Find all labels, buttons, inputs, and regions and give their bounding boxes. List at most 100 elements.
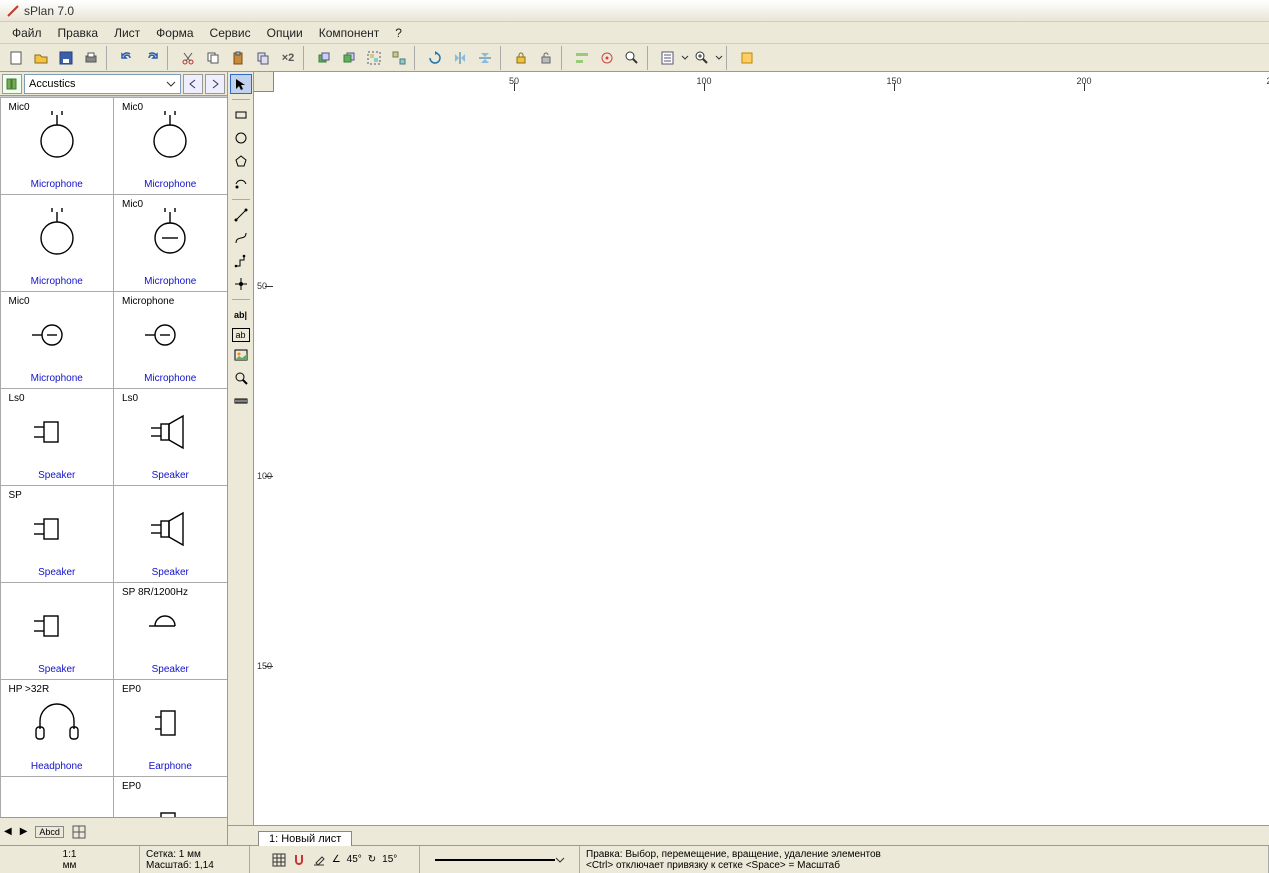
library-next-button[interactable] <box>205 74 225 94</box>
component-item[interactable]: Mic0Microphone <box>113 97 227 195</box>
size-up-icon[interactable]: ▶ <box>20 826 28 837</box>
list-button[interactable] <box>656 46 680 70</box>
status-unit: мм <box>63 860 77 871</box>
duplicate-button[interactable] <box>251 46 275 70</box>
library-combo[interactable]: Accustics <box>24 74 181 94</box>
cut-button[interactable] <box>176 46 200 70</box>
tool-bezier[interactable] <box>230 228 252 248</box>
tool-rect[interactable] <box>230 105 252 125</box>
left-bottom-controls: ◀ ▶ Abcd <box>0 817 227 845</box>
status-hint2: <Ctrl> отключает привязку к сетке <Space… <box>586 860 1262 871</box>
ungroup-button[interactable] <box>387 46 411 70</box>
lock-button[interactable] <box>509 46 533 70</box>
size-down-icon[interactable]: ◀ <box>4 826 12 837</box>
menu-component[interactable]: Компонент <box>311 24 388 42</box>
rotate-button[interactable] <box>423 46 447 70</box>
tool-polygon[interactable] <box>230 151 252 171</box>
component-caption: Microphone <box>3 275 112 289</box>
component-id: Mic0 <box>9 296 30 307</box>
statusbar: 1:1 мм Сетка: 1 мм Масштаб: 1,14 ∠45° ↻1… <box>0 845 1269 873</box>
rubber-icon[interactable] <box>312 853 326 867</box>
component-id: Ls0 <box>9 393 25 404</box>
status-angle1: 45° <box>347 854 362 865</box>
component-item[interactable] <box>0 776 114 818</box>
copy-button[interactable] <box>201 46 225 70</box>
canvas: 50100150200250 50100150200 Схема монтажн… <box>254 72 1269 825</box>
menu-file[interactable]: Файл <box>4 24 50 42</box>
component-item[interactable]: Ls0Speaker <box>0 388 114 486</box>
menu-sheet[interactable]: Лист <box>106 24 148 42</box>
undo-button[interactable] <box>115 46 139 70</box>
open-button[interactable] <box>29 46 53 70</box>
component-item[interactable]: HP >32RHeadphone <box>0 679 114 777</box>
chevron-down-icon[interactable] <box>555 855 565 865</box>
app-title: sPlan 7.0 <box>24 4 74 18</box>
grid-icon[interactable] <box>272 853 286 867</box>
clone-x2-button[interactable]: ×2 <box>276 46 300 70</box>
new-button[interactable] <box>4 46 28 70</box>
abcd-toggle[interactable]: Abcd <box>35 826 64 838</box>
zoom-dropdown[interactable] <box>690 46 714 70</box>
component-item[interactable]: Ls0Speaker <box>113 388 227 486</box>
find-button[interactable] <box>620 46 644 70</box>
component-item[interactable]: Mic0Microphone <box>0 291 114 389</box>
front-button[interactable] <box>312 46 336 70</box>
component-caption: Microphone <box>3 178 112 192</box>
titlebar: sPlan 7.0 <box>0 0 1269 22</box>
menu-edit[interactable]: Правка <box>50 24 107 42</box>
tool-line[interactable] <box>230 205 252 225</box>
component-id: Ls0 <box>122 393 138 404</box>
save-button[interactable] <box>54 46 78 70</box>
component-item[interactable]: Microphone <box>0 194 114 292</box>
tool-circle[interactable] <box>230 128 252 148</box>
group-button[interactable] <box>362 46 386 70</box>
component-id: Mic0 <box>122 102 143 113</box>
component-item[interactable]: Speaker <box>113 485 227 583</box>
tool-measure[interactable] <box>230 391 252 411</box>
menu-help[interactable]: ? <box>387 24 410 42</box>
tool-text[interactable]: ab| <box>230 305 252 325</box>
component-item[interactable]: Mic0Microphone <box>0 97 114 195</box>
tool-zoom[interactable] <box>230 368 252 388</box>
tool-junction[interactable] <box>230 274 252 294</box>
tool-pointer[interactable] <box>230 74 252 94</box>
component-item[interactable]: SP 8R/1200HzSpeaker <box>113 582 227 680</box>
component-item[interactable]: Mic0Microphone <box>113 194 227 292</box>
grid-toggle-icon[interactable] <box>72 825 86 839</box>
component-id: EP0 <box>122 781 141 792</box>
component-id: EP0 <box>122 684 141 695</box>
align-button[interactable] <box>570 46 594 70</box>
dropdown-icon[interactable] <box>715 50 723 66</box>
mirror-v-button[interactable] <box>473 46 497 70</box>
tool-textbox[interactable]: ab <box>232 328 250 342</box>
highlight-button[interactable] <box>735 46 759 70</box>
tool-special[interactable] <box>230 174 252 194</box>
menu-service[interactable]: Сервис <box>202 24 259 42</box>
unlock-button[interactable] <box>534 46 558 70</box>
library-prev-button[interactable] <box>183 74 203 94</box>
print-button[interactable] <box>79 46 103 70</box>
ruler-corner <box>254 72 274 92</box>
left-panel: Accustics Mic0MicrophoneMic0MicrophoneMi… <box>0 72 228 845</box>
menu-options[interactable]: Опции <box>259 24 311 42</box>
snap-icon[interactable] <box>292 853 306 867</box>
component-item[interactable]: Speaker <box>0 582 114 680</box>
paste-button[interactable] <box>226 46 250 70</box>
component-item[interactable]: EP0Earphone <box>113 679 227 777</box>
menu-shape[interactable]: Форма <box>148 24 201 42</box>
center-area: ab| ab 50100150200250 50100150200 Схема … <box>228 72 1269 845</box>
tool-wire[interactable] <box>230 251 252 271</box>
status-scale: 1:1 <box>63 849 77 860</box>
dropdown-icon[interactable] <box>681 50 689 66</box>
redo-button[interactable] <box>140 46 164 70</box>
tool-image[interactable] <box>230 345 252 365</box>
library-manage-button[interactable] <box>2 74 22 94</box>
component-caption: Speaker <box>3 663 112 677</box>
component-item[interactable]: EP0 <box>113 776 227 818</box>
snap-button[interactable] <box>595 46 619 70</box>
back-button[interactable] <box>337 46 361 70</box>
mirror-h-button[interactable] <box>448 46 472 70</box>
component-item[interactable]: SPSpeaker <box>0 485 114 583</box>
component-item[interactable]: MicrophoneMicrophone <box>113 291 227 389</box>
sheet-tab-1[interactable]: 1: Новый лист <box>258 831 352 846</box>
